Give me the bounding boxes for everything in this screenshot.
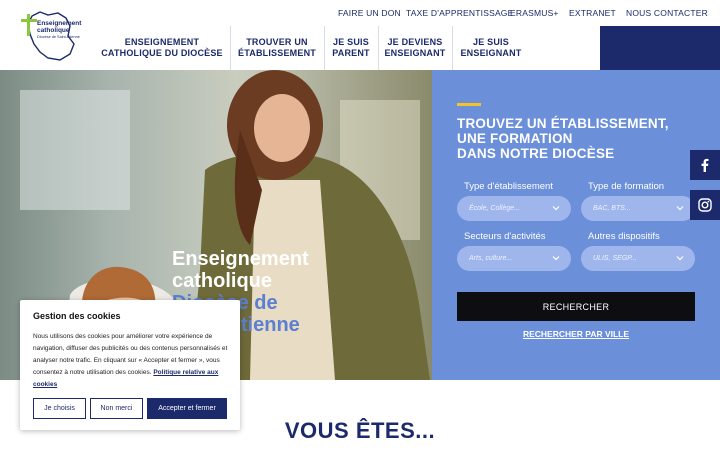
page: Enseignement catholique Diocèse de Saint… (0, 0, 720, 450)
hero-title-line: Enseignement (172, 248, 309, 270)
chevron-down-icon (552, 256, 560, 261)
cookie-accept-button[interactable]: Accepter et fermer (147, 398, 227, 419)
topbar-link-extranet[interactable]: EXTRANET (569, 8, 616, 18)
nav-item-diocese[interactable]: ENSEIGNEMENT CATHOLIQUE DU DIOCÈSE (100, 26, 224, 70)
hero-title-line: catholique (172, 270, 273, 292)
search-by-city-link[interactable]: RECHERCHER PAR VILLE (457, 329, 695, 339)
label-secteurs-activites: Secteurs d'activités (464, 231, 546, 242)
chevron-down-icon (676, 256, 684, 261)
topbar-link-taxe[interactable]: TAXE D'APPRENTISSAGE (406, 8, 514, 18)
nav-item-label: JE SUIS (333, 37, 369, 47)
select-type-etablissement[interactable]: École, Collège... (457, 196, 571, 221)
nav-item-label: ENSEIGNANT (384, 48, 446, 58)
search-panel: TROUVEZ UN ÉTABLISSEMENT, UNE FORMATION … (432, 70, 720, 380)
cookie-refuse-button[interactable]: Non merci (90, 398, 143, 419)
nav-item-trouver[interactable]: TROUVER UN ÉTABLISSEMENT (234, 26, 320, 70)
nav-item-label: JE DEVIENS (387, 37, 443, 47)
topbar-link-contact[interactable]: NOUS CONTACTER (626, 8, 708, 18)
label-autres-dispositifs: Autres dispositifs (588, 231, 660, 242)
select-secteurs-activites[interactable]: Arts, culture... (457, 246, 571, 271)
select-placeholder: ULIS, SEGP... (593, 255, 637, 262)
search-button[interactable]: RECHERCHER (457, 292, 695, 321)
facebook-button[interactable] (690, 150, 720, 180)
select-autres-dispositifs[interactable]: ULIS, SEGP... (581, 246, 695, 271)
search-title-line: DANS NOTRE DIOCÈSE (457, 146, 615, 161)
nav-item-parent[interactable]: JE SUIS PARENT (326, 26, 376, 70)
cookie-body: Nous utilisons des cookies pour améliore… (33, 331, 231, 391)
nav-item-label: TROUVER UN (246, 37, 308, 47)
topbar-link-erasmus[interactable]: ERASMUS+ (510, 8, 559, 18)
nav-item-label: JE SUIS (473, 37, 509, 47)
top-utility-bar: FAIRE UN DON TAXE D'APPRENTISSAGE ERASMU… (0, 0, 720, 26)
cookie-consent-modal: Gestion des cookies Nous utilisons des c… (20, 300, 240, 430)
search-title-line: UNE FORMATION (457, 131, 573, 146)
nav-item-label: ENSEIGNANT (460, 48, 522, 58)
select-type-formation[interactable]: BAC, BTS... (581, 196, 695, 221)
nav-divider (324, 26, 325, 70)
label-type-formation: Type de formation (588, 181, 665, 192)
nav-item-label: ENSEIGNEMENT (124, 37, 200, 47)
cookie-choose-button[interactable]: Je choisis (33, 398, 86, 419)
nav-item-label: CATHOLIQUE DU DIOCÈSE (101, 48, 223, 58)
nav-accent-block (600, 26, 720, 70)
label-type-etablissement: Type d'établissement (464, 181, 553, 192)
facebook-icon (701, 158, 709, 172)
accent-line (457, 103, 481, 106)
select-placeholder: Arts, culture... (469, 255, 513, 262)
cookie-title: Gestion des cookies (33, 311, 121, 321)
select-placeholder: BAC, BTS... (593, 205, 631, 212)
chevron-down-icon (552, 206, 560, 211)
search-panel-title: TROUVEZ UN ÉTABLISSEMENT, UNE FORMATION … (457, 116, 669, 161)
nav-item-label: ÉTABLISSEMENT (238, 48, 316, 58)
search-title-line: TROUVEZ UN ÉTABLISSEMENT, (457, 116, 669, 131)
nav-divider (452, 26, 453, 70)
select-placeholder: École, Collège... (469, 205, 520, 212)
nav-divider (378, 26, 379, 70)
instagram-icon (698, 198, 712, 212)
nav-item-deviens-enseignant[interactable]: JE DEVIENS ENSEIGNANT (380, 26, 450, 70)
instagram-button[interactable] (690, 190, 720, 220)
nav-item-suis-enseignant[interactable]: JE SUIS ENSEIGNANT (456, 26, 526, 70)
topbar-link-don[interactable]: FAIRE UN DON (338, 8, 401, 18)
nav-divider (230, 26, 231, 70)
nav-item-label: PARENT (332, 48, 370, 58)
chevron-down-icon (676, 206, 684, 211)
